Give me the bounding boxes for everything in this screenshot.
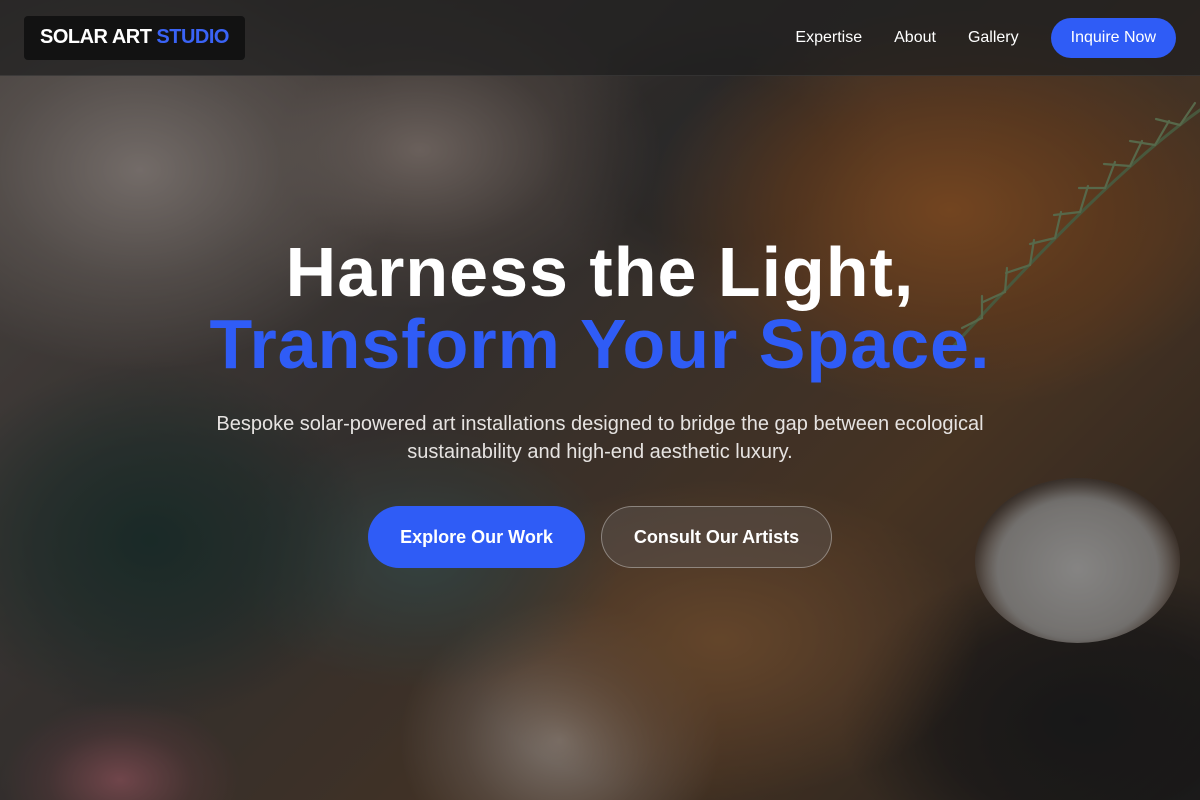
hero-headline: Harness the Light, Transform Your Space. (0, 236, 1200, 380)
hero-cta-row: Explore Our Work Consult Our Artists (0, 506, 1200, 568)
brand-logo[interactable]: SOLAR ART STUDIO (24, 15, 245, 60)
hero-subtext: Bespoke solar-powered art installations … (216, 413, 984, 463)
brand-name-accent: STUDIO (156, 26, 229, 48)
nav-link-gallery[interactable]: Gallery (968, 29, 1019, 47)
inquire-now-button[interactable]: Inquire Now (1050, 17, 1176, 58)
explore-work-button[interactable]: Explore Our Work (368, 506, 585, 568)
nav-link-expertise[interactable]: Expertise (795, 29, 862, 47)
top-navbar: SOLAR ART STUDIO Expertise About Gallery… (0, 0, 1200, 76)
headline-line-2: Transform Your Space. (209, 305, 991, 383)
nav-links: Expertise About Gallery Inquire Now (763, 17, 1176, 58)
hero-section: Harness the Light, Transform Your Space.… (0, 236, 1200, 568)
consult-artists-button[interactable]: Consult Our Artists (601, 506, 832, 568)
nav-link-about[interactable]: About (894, 29, 936, 47)
brand-name: SOLAR ART (40, 26, 152, 48)
headline-line-1: Harness the Light, (285, 233, 915, 311)
